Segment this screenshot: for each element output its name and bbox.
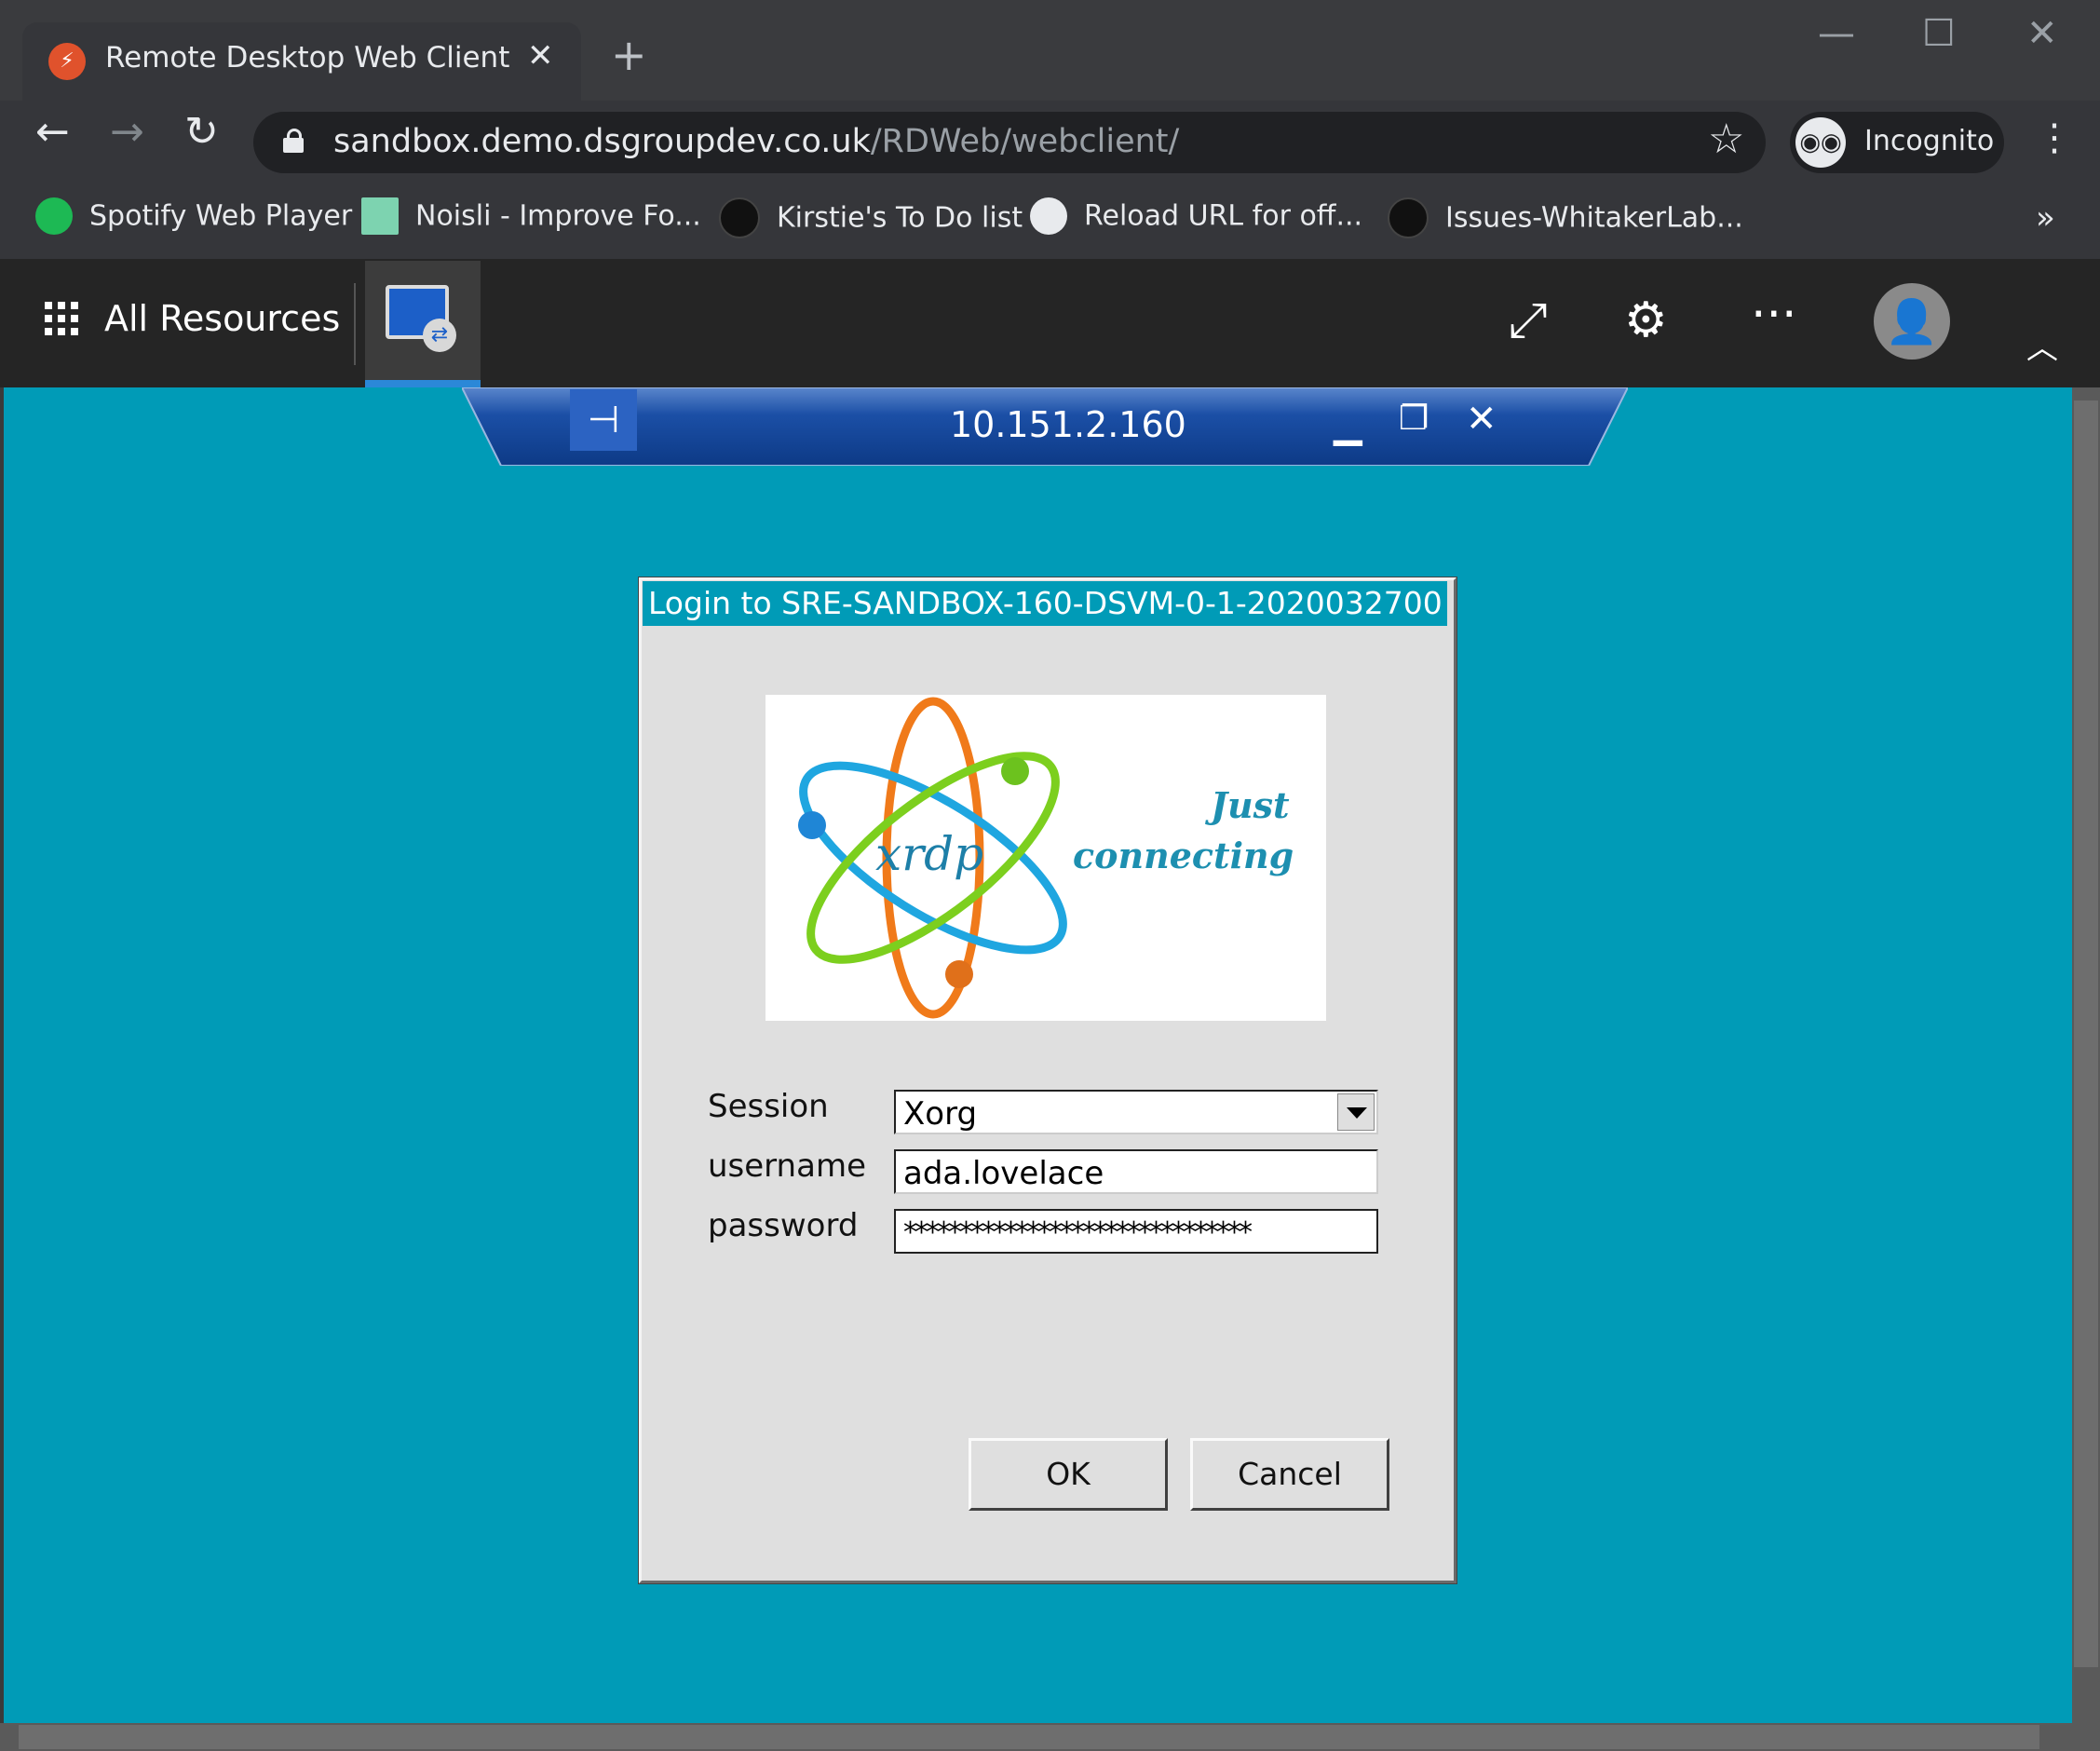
xrdp-logo: xrdp Just connecting — [765, 695, 1326, 1021]
all-resources-link[interactable]: All Resources — [104, 298, 340, 339]
url-text[interactable]: sandbox.demo.dsgroupdev.co.uk/RDWeb/webc… — [333, 123, 1179, 160]
bookmark-label: Spotify Web Player — [89, 199, 353, 233]
bookmark-reload-url[interactable]: Reload URL for off... — [1030, 197, 1362, 240]
noisli-icon — [361, 197, 399, 235]
password-label: password — [708, 1207, 859, 1244]
session-label: Session — [708, 1088, 829, 1125]
apps-grid-icon[interactable] — [45, 302, 82, 339]
horizontal-scrollbar-thumb[interactable] — [19, 1725, 2039, 1749]
bookmark-kirstie-todo[interactable]: Kirstie's To Do list — [719, 197, 1023, 240]
incognito-indicator[interactable]: ◉◉ Incognito — [1790, 112, 2004, 173]
minimize-window-button[interactable]: — — [1818, 15, 1855, 52]
tab-close-icon[interactable]: ✕ — [527, 37, 554, 75]
lock-icon[interactable] — [283, 129, 304, 153]
bookmark-noisli[interactable]: Noisli - Improve Fo... — [361, 197, 701, 240]
bookmark-label: Reload URL for off... — [1084, 199, 1363, 233]
more-options-icon[interactable]: ··· — [1751, 291, 1797, 339]
password-field[interactable]: ******************************* — [894, 1209, 1378, 1254]
minimize-session-icon[interactable]: ▁ — [1334, 406, 1362, 443]
browser-menu-icon[interactable]: ⋮ — [2036, 119, 2073, 156]
forward-arrow-icon[interactable]: → — [110, 112, 144, 153]
github-icon — [1388, 197, 1429, 238]
close-session-icon[interactable]: ✕ — [1466, 400, 1497, 438]
divider — [354, 283, 356, 365]
close-window-button[interactable]: ✕ — [2026, 15, 2058, 52]
bookmark-label: Noisli - Improve Fo... — [415, 199, 701, 233]
bookmark-spotify[interactable]: Spotify Web Player — [35, 197, 352, 240]
bookmarks-overflow-icon[interactable]: » — [2036, 199, 2055, 237]
remote-desktop-favicon-icon: ⚡ — [48, 43, 86, 80]
collapse-chevron-up-icon[interactable]: ︿ — [2026, 322, 2058, 368]
username-field[interactable]: ada.lovelace — [894, 1149, 1378, 1194]
connection-ip: 10.151.2.160 — [950, 404, 1186, 445]
tab-title: Remote Desktop Web Client — [105, 41, 510, 75]
login-dialog-titlebar[interactable]: Login to SRE-SANDBOX-160-DSVM-0-1-202003… — [643, 581, 1447, 626]
github-icon — [719, 197, 760, 238]
session-select[interactable]: Xorg — [894, 1090, 1378, 1134]
session-tab[interactable]: ⇄ — [365, 261, 481, 387]
back-arrow-icon[interactable]: ← — [35, 112, 70, 153]
new-tab-button[interactable]: + — [611, 34, 647, 76]
active-session-indicator — [365, 380, 481, 387]
restore-session-icon[interactable]: ❐ — [1399, 402, 1429, 436]
logo-tagline-connecting: connecting — [1073, 835, 1294, 876]
browser-tab[interactable]: ⚡ Remote Desktop Web Client ✕ — [22, 22, 581, 101]
username-value: ada.lovelace — [903, 1155, 1104, 1192]
ok-button[interactable]: OK — [969, 1438, 1168, 1511]
cancel-button[interactable]: Cancel — [1190, 1438, 1389, 1511]
url-path: /RDWeb/webclient/ — [870, 123, 1180, 160]
left-edge — [0, 387, 4, 1751]
bookmark-star-icon[interactable]: ☆ — [1708, 119, 1744, 160]
login-dialog-title: Login to SRE-SANDBOX-160-DSVM-0-1-202003… — [648, 585, 1443, 621]
incognito-label: Incognito — [1864, 125, 1995, 157]
fullscreen-icon[interactable]: ⤢ — [1509, 296, 1548, 345]
pin-connection-bar-icon[interactable]: ⊣ — [570, 389, 637, 451]
reload-icon[interactable]: ↻ — [184, 112, 219, 153]
password-value: ******************************* — [903, 1216, 1253, 1249]
user-avatar-icon[interactable]: 👤 — [1874, 283, 1950, 360]
url-domain: sandbox.demo.dsgroupdev.co.uk — [333, 123, 871, 160]
username-label: username — [708, 1147, 866, 1185]
bookmark-label: Kirstie's To Do list — [777, 201, 1023, 235]
incognito-icon: ◉◉ — [1795, 117, 1846, 168]
maximize-window-button[interactable]: ☐ — [1922, 15, 1956, 52]
bookmark-issues-whitakerlab[interactable]: Issues-WhitakerLab... — [1388, 197, 1743, 240]
logo-tagline-just: Just — [1211, 784, 1290, 826]
session-value: Xorg — [903, 1095, 978, 1133]
bookmark-label: Issues-WhitakerLab... — [1445, 201, 1743, 235]
settings-gear-icon[interactable]: ⚙ — [1624, 296, 1668, 345]
dropdown-arrow-icon[interactable] — [1337, 1093, 1375, 1131]
vertical-scrollbar-thumb[interactable] — [2074, 400, 2098, 1667]
spotify-icon — [35, 197, 73, 235]
xrdp-logo-text: xrdp — [875, 827, 984, 881]
globe-icon — [1030, 197, 1067, 235]
remote-connection-icon: ⇄ — [423, 319, 456, 352]
